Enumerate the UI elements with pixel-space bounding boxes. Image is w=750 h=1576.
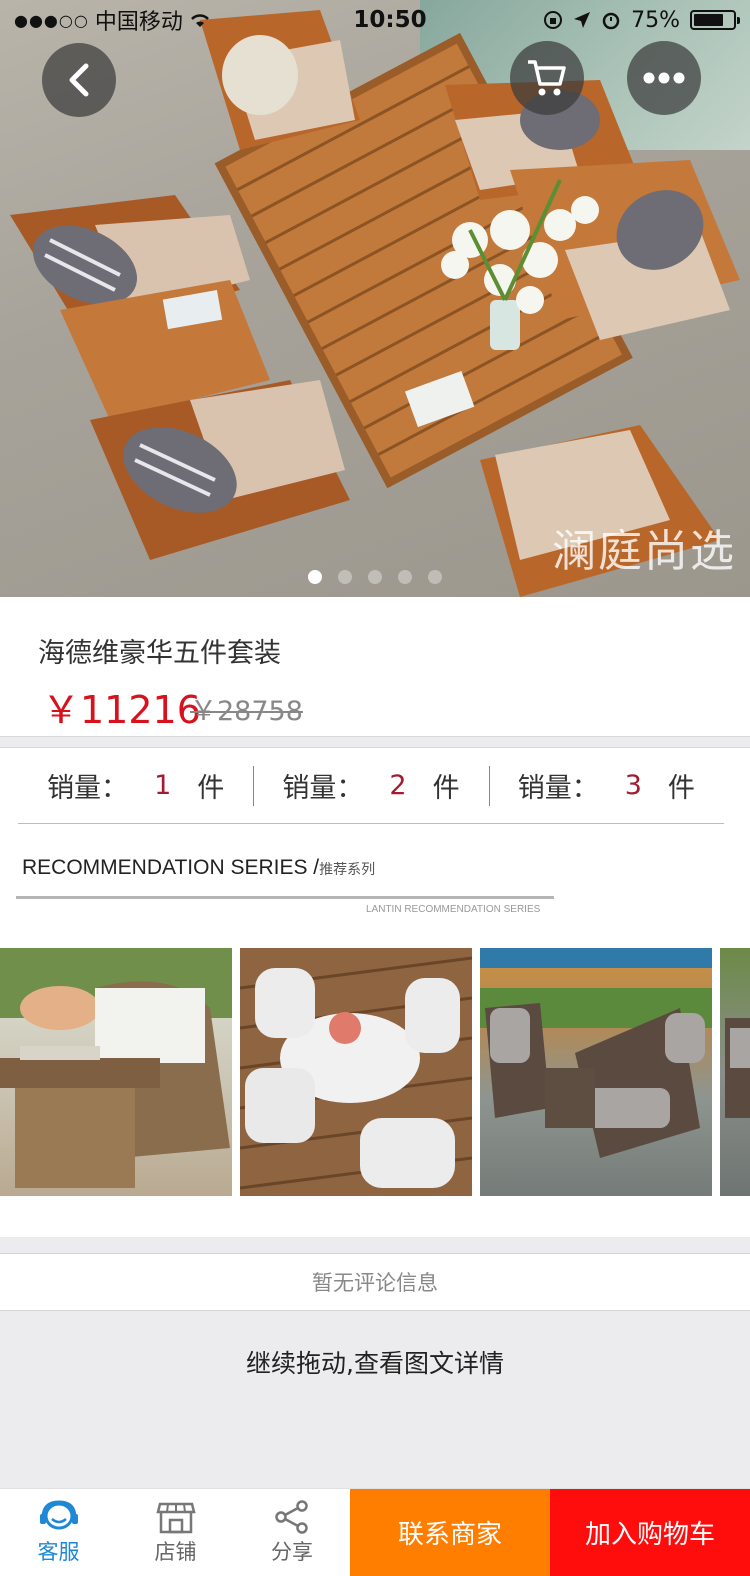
sales-label: 销量： (282, 773, 364, 804)
tab-label: 店铺 (154, 1539, 197, 1564)
carousel-dot-1[interactable] (308, 570, 322, 584)
drag-to-details-hint[interactable]: 继续拖动,查看图文详情 (0, 1344, 750, 1380)
tab-store[interactable]: 店铺 (117, 1489, 234, 1576)
wifi-icon (190, 14, 209, 27)
more-button[interactable] (627, 41, 701, 115)
carrier-name: 中国移动 (94, 10, 183, 35)
recommendation-title: RECOMMENDATION SERIES / (22, 856, 320, 879)
signal-strength-icon: ●●●○○ (14, 10, 89, 30)
sales-and-recommendations: 销量： 1 件 销量： 2 件 销量： 3 件 RECOMMENDATION S… (0, 747, 750, 1237)
cast-aluminum-set-image (240, 956, 472, 1190)
carousel-dot-4[interactable] (398, 570, 412, 584)
sales-unit: 件 (667, 773, 695, 804)
comments-section: 暂无评论信息 (0, 1253, 750, 1311)
carousel-dot-5[interactable] (428, 570, 442, 584)
partial-product-image (725, 1018, 750, 1118)
wicker-chairs-image (480, 948, 712, 1158)
recommendation-divider (16, 896, 554, 899)
status-bar: ●●●○○ 中国移动 10:50 75% (0, 0, 750, 40)
sales-value: 3 (624, 770, 642, 801)
tab-share[interactable]: 分享 (234, 1489, 350, 1576)
product-detail-page: 澜庭尚选 ●●●○○ 中国移动 10:50 75% 海德维豪华五件套装 ￥112… (0, 0, 750, 1576)
sales-unit: 件 (432, 773, 460, 804)
tab-customer-service[interactable]: 客服 (0, 1489, 117, 1576)
product-info-card: 海德维豪华五件套装 ￥11216 ￥28758 (0, 597, 750, 737)
back-button[interactable] (42, 43, 116, 117)
chevron-left-icon (69, 63, 89, 97)
no-comments-text: 暂无评论信息 (312, 1271, 438, 1295)
sales-stat: 销量： 1 件 (18, 748, 253, 823)
tab-label: 分享 (271, 1539, 313, 1564)
contact-seller-button[interactable]: 联系商家 (350, 1489, 550, 1576)
rattan-set-image (0, 948, 232, 1188)
battery-percent: 75% (631, 7, 680, 33)
sales-stat: 销量： 3 件 (488, 748, 724, 823)
share-icon (275, 1499, 308, 1534)
original-price: ￥28758 (190, 696, 303, 727)
recommended-product-thumbnail[interactable] (0, 948, 232, 1196)
carousel-dot-2[interactable] (338, 570, 352, 584)
recommendation-title-cn: 推荐系列 (319, 861, 376, 877)
recommended-product-thumbnail[interactable] (480, 948, 712, 1196)
tab-label: 客服 (37, 1539, 80, 1564)
cart-button[interactable] (510, 41, 584, 115)
alarm-clock-icon (602, 12, 620, 30)
bottom-action-bar: 客服 店铺 分享 联系商家 加入购物车 (0, 1488, 750, 1576)
recommendation-heading: RECOMMENDATION SERIES /推荐系列 (22, 856, 375, 880)
cart-icon (528, 60, 566, 96)
recommended-product-thumbnail[interactable] (240, 948, 472, 1196)
sales-value: 2 (389, 770, 407, 801)
customer-service-icon (39, 1499, 78, 1529)
sales-stat: 销量： 2 件 (253, 748, 488, 823)
product-price: ￥11216 (42, 688, 201, 732)
sales-label: 销量： (47, 773, 129, 804)
recommendation-carousel[interactable] (0, 948, 750, 1196)
store-icon (155, 1502, 196, 1533)
sales-label: 销量： (517, 773, 599, 804)
location-arrow-icon (574, 12, 591, 28)
rotation-lock-icon (544, 11, 563, 29)
battery-icon (690, 10, 740, 30)
recommended-product-thumbnail[interactable] (720, 948, 750, 1196)
carousel-dot-3[interactable] (368, 570, 382, 584)
product-title: 海德维豪华五件套装 (38, 638, 281, 669)
clock-time: 10:50 (353, 7, 427, 33)
carousel-indicator[interactable] (0, 570, 750, 584)
sales-value: 1 (154, 770, 172, 801)
sales-unit: 件 (197, 773, 225, 804)
recommendation-subtitle: LANTIN RECOMMENDATION SERIES (366, 904, 541, 915)
more-dots-icon (643, 72, 685, 84)
add-to-cart-button[interactable]: 加入购物车 (550, 1489, 750, 1576)
sales-stats-row: 销量： 1 件 销量： 2 件 销量： 3 件 (18, 748, 724, 824)
